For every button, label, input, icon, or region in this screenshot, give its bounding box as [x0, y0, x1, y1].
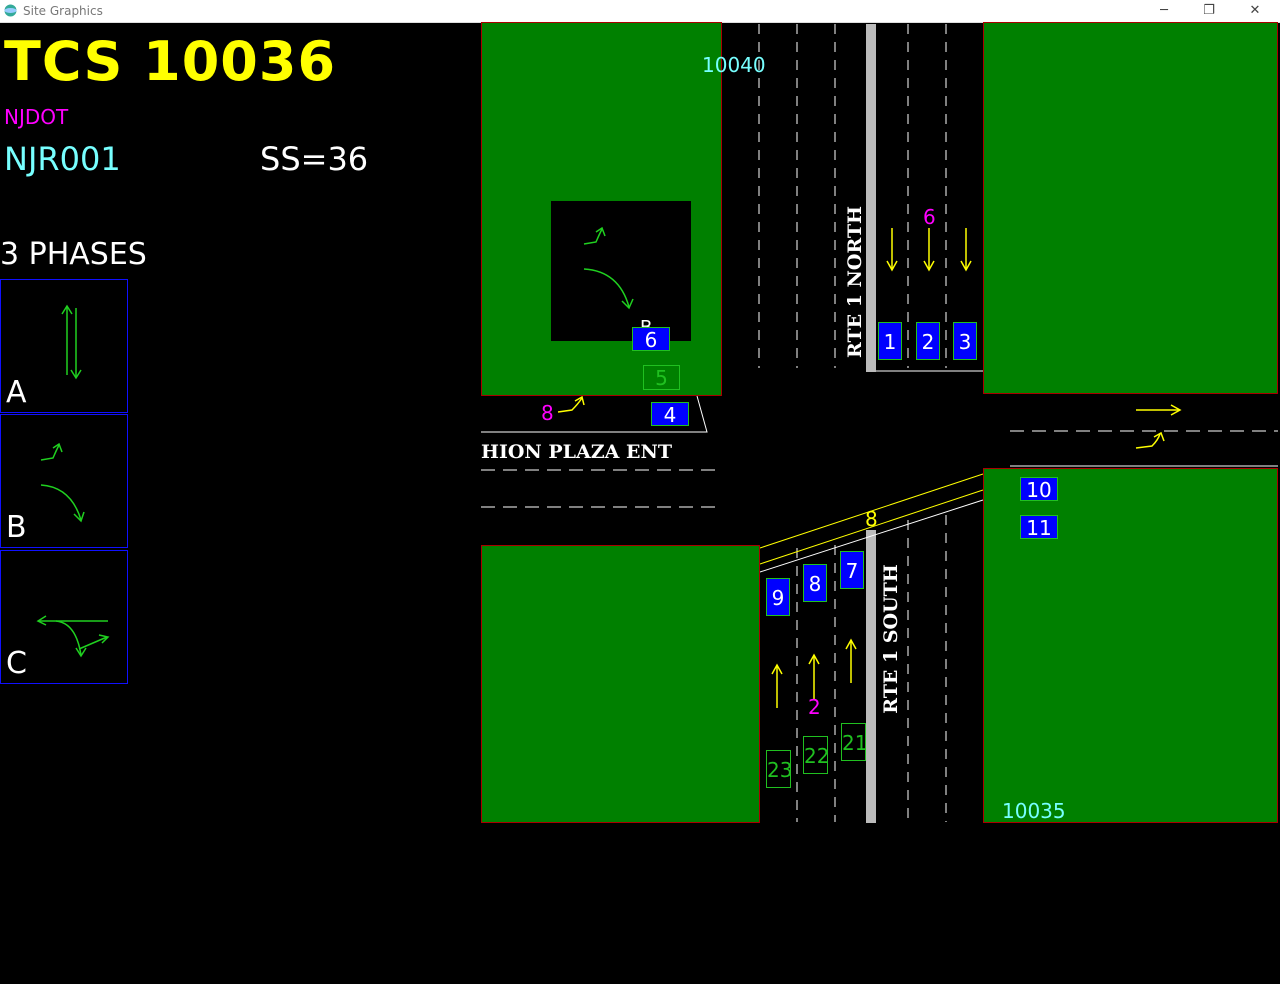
- detector-7[interactable]: 7: [840, 551, 864, 589]
- detector-21[interactable]: 21: [841, 723, 867, 761]
- tcs-south-label: 10035: [1002, 799, 1066, 823]
- detector-10[interactable]: 10: [1020, 477, 1058, 502]
- phase-num-north: 6: [923, 205, 936, 229]
- detector-4[interactable]: 4: [651, 402, 689, 427]
- road-label-south: RTE 1 SOUTH: [880, 564, 902, 714]
- phase-num-south: 2: [808, 695, 821, 719]
- block-southwest: [481, 545, 760, 823]
- north-approach-arrows: [886, 228, 972, 272]
- detector-1[interactable]: 1: [878, 322, 902, 360]
- detector-2[interactable]: 2: [916, 322, 940, 360]
- detector-8[interactable]: 8: [803, 564, 827, 602]
- detector-9[interactable]: 9: [766, 578, 790, 616]
- block-northeast: [983, 22, 1278, 394]
- tcs-north-label: 10040: [702, 53, 766, 77]
- inset-arrows-icon: [583, 226, 634, 310]
- detector-6[interactable]: 6: [632, 327, 670, 352]
- detector-3[interactable]: 3: [953, 322, 977, 360]
- detector-11[interactable]: 11: [1020, 515, 1058, 540]
- detector-23[interactable]: 23: [766, 750, 792, 788]
- road-label-north: RTE 1 NORTH: [844, 206, 866, 358]
- inset-phase-panel: B: [551, 201, 691, 341]
- phase-num-west: 8: [541, 401, 554, 425]
- detector-5[interactable]: 5: [643, 365, 680, 390]
- phase-num-median: 8: [865, 507, 878, 531]
- detector-22[interactable]: 22: [803, 736, 829, 774]
- road-label-west: HION PLAZA ENT: [481, 441, 672, 463]
